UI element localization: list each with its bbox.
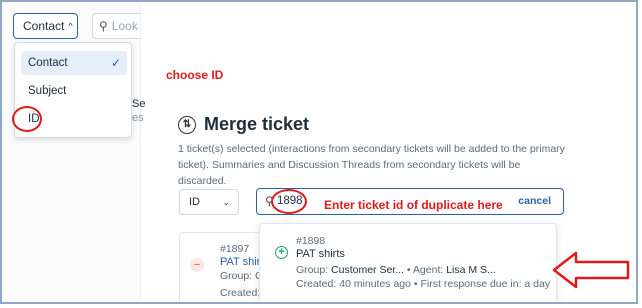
- agent-value: Lisa M S...: [446, 264, 496, 276]
- list-fragment: Se: [132, 98, 146, 110]
- check-icon: ✓: [110, 56, 121, 70]
- search-field-filter-button[interactable]: Contact ^: [13, 13, 78, 39]
- first-response-label: First response due in: a day: [420, 278, 551, 290]
- annotation-circle: [12, 106, 42, 132]
- merge-title-text: Merge ticket: [204, 114, 310, 134]
- search-by-value: ID: [189, 196, 200, 208]
- merge-description: 1 ticket(s) selected (interactions from …: [178, 143, 565, 187]
- primary-ticket-subject[interactable]: PAT shir: [220, 256, 260, 268]
- annotation-circle: [271, 189, 307, 214]
- result-ticket-id: #1898: [296, 235, 326, 247]
- menu-item-label: Contact: [28, 57, 68, 69]
- search-by-select[interactable]: ID ⌄: [179, 189, 239, 215]
- created-label: Created: 40 minutes ago: [296, 278, 411, 290]
- result-ticket-subject[interactable]: PAT shirts: [296, 248, 345, 260]
- chevron-up-icon: ^: [68, 21, 73, 31]
- menu-item-subject[interactable]: Subject: [21, 79, 127, 103]
- ticket-search-input[interactable]: ⚲ Look f: [92, 13, 140, 39]
- menu-item-contact[interactable]: Contact ✓: [21, 51, 127, 75]
- search-icon: ⚲: [99, 19, 108, 33]
- chevron-down-icon: ⌄: [222, 196, 230, 207]
- annotation-choose-id: choose ID: [166, 68, 224, 82]
- screenshot-frame: Se es Contact ^ ⚲ Look f Contact ✓ Subje…: [0, 0, 638, 304]
- primary-ticket-created: Created:: [220, 287, 261, 299]
- agent-label: Agent:: [412, 264, 444, 276]
- filter-label: Contact: [23, 19, 65, 33]
- result-ticket-meta: Group: Customer Ser... • Agent: Lisa M S…: [296, 264, 496, 276]
- remove-ticket-icon[interactable]: −: [190, 258, 204, 272]
- cancel-button[interactable]: cancel: [518, 195, 551, 207]
- primary-ticket-id: #1897: [220, 243, 250, 255]
- add-ticket-icon[interactable]: +: [275, 246, 288, 259]
- merge-title: ⇅ Merge ticket: [178, 114, 309, 135]
- menu-item-label: Subject: [28, 85, 67, 97]
- group-value: Customer Ser...: [331, 264, 404, 276]
- group-label: Group:: [296, 264, 329, 276]
- merge-icon: ⇅: [178, 115, 196, 134]
- annotation-arrow-icon: [552, 251, 630, 289]
- list-fragment: es: [132, 112, 144, 124]
- primary-ticket-group: Group: C: [220, 270, 263, 282]
- annotation-enter-ticket: Enter ticket id of duplicate here: [324, 198, 503, 212]
- search-placeholder: Look f: [111, 19, 140, 33]
- result-ticket-times: Created: 40 minutes ago • First response…: [296, 278, 551, 290]
